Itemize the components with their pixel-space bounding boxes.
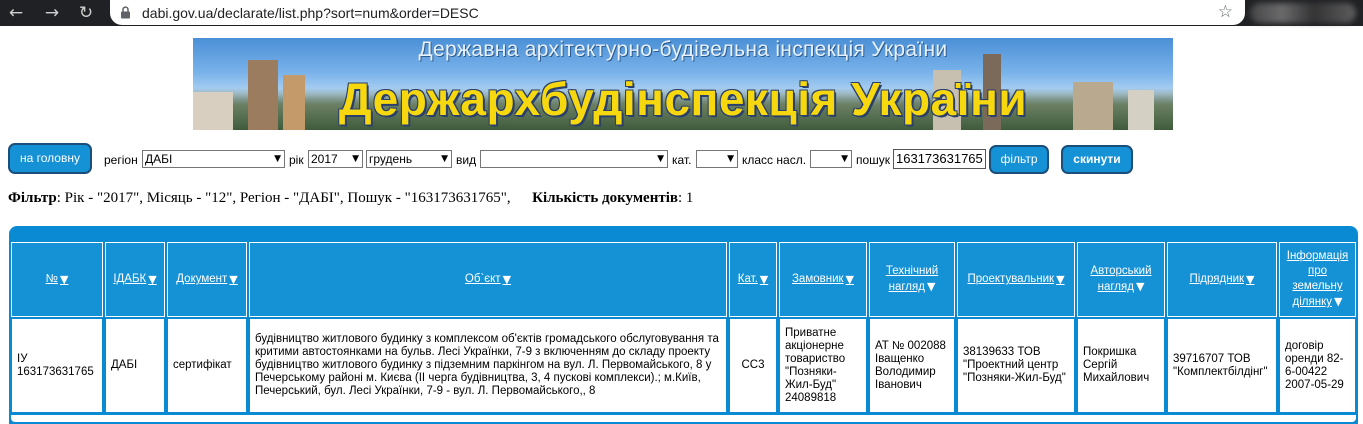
search-input[interactable]: 163173631765 <box>893 149 986 169</box>
column-header-idabk[interactable]: ІДАБК ▼ <box>105 242 165 317</box>
sort-triangle-icon: ▼ <box>229 273 238 286</box>
document-count-value: : 1 <box>677 190 694 206</box>
column-header-designer[interactable]: Проектувальник ▼ <box>957 242 1075 317</box>
cell-author-supervision: Покришка Сергій Михайлович <box>1077 318 1165 413</box>
filter-summary-text: : Рік - "2017", Місяць - "12", Регіон - … <box>56 190 511 206</box>
cell-category: СС3 <box>729 318 777 413</box>
category-label: кат. <box>672 153 692 167</box>
region-select[interactable]: ДАБІ ▼ <box>142 150 285 168</box>
class-label: класс насл. <box>742 153 807 167</box>
month-select[interactable]: грудень ▼ <box>366 150 452 168</box>
kind-label: вид <box>456 153 477 167</box>
chevron-down-icon: ▼ <box>727 154 734 164</box>
column-header-technical-supervision[interactable]: Технічний нагляд ▼ <box>869 242 955 317</box>
column-header-land-info[interactable]: Інформація про земельну ділянку ▼ <box>1279 242 1356 317</box>
column-header-category[interactable]: Кат. ▼ <box>729 242 777 317</box>
cell-document: сертифікат <box>167 318 247 413</box>
cell-number: ІУ 163173631765 <box>11 318 103 413</box>
table-footer-strip <box>9 415 1358 424</box>
reset-button[interactable]: скинути <box>1061 145 1133 174</box>
cell-contractor: 39716707 ТОВ "Комплектбілдінг" <box>1167 318 1277 413</box>
banner-subtitle: Державна архітектурно-будівельна інспекц… <box>418 38 948 61</box>
chevron-down-icon: ▼ <box>657 154 664 164</box>
column-header-object[interactable]: Об`єкт ▼ <box>249 242 727 317</box>
forward-icon[interactable]: → <box>42 3 62 23</box>
cell-land-info: договір оренди 82-6-00422 2007-05-29 <box>1279 318 1356 413</box>
filter-button[interactable]: фільтр <box>989 145 1049 174</box>
column-header-document[interactable]: Документ ▼ <box>167 242 247 317</box>
chevron-down-icon: ▼ <box>352 154 359 164</box>
sort-triangle-icon: ▼ <box>1135 280 1145 293</box>
search-label: пошук <box>856 153 891 167</box>
chevron-down-icon: ▼ <box>441 154 448 164</box>
reload-icon[interactable]: ↻ <box>76 3 96 23</box>
cell-designer: 38139633 ТОВ "Проектний центр "Позняки-Ж… <box>957 318 1075 413</box>
cell-customer: Приватне акціонерне товариство "Позняки-… <box>779 318 867 413</box>
category-select[interactable]: ▼ <box>696 150 738 168</box>
lock-icon <box>121 6 130 19</box>
column-header-contractor[interactable]: Підрядник ▼ <box>1167 242 1277 317</box>
cell-technical-supervision: АТ № 002088 Іващенко Володимир Іванович <box>869 318 955 413</box>
cell-idabk: ДАБІ <box>105 318 165 413</box>
blurred-extensions <box>1250 3 1356 23</box>
chevron-down-icon: ▼ <box>841 154 848 164</box>
declarations-table: № ▼ ІДАБК ▼ Документ ▼ Об`єкт ▼ Кат. ▼ Замовн… <box>9 226 1358 424</box>
cell-object: будівництво житлового будинку з комплекс… <box>249 318 727 413</box>
sort-triangle-icon: ▼ <box>1056 273 1065 286</box>
sort-triangle-icon: ▼ <box>1334 295 1343 308</box>
site-banner: Державна архітектурно-будівельна інспекц… <box>193 38 1173 130</box>
sort-triangle-icon: ▼ <box>148 273 157 286</box>
column-header-number[interactable]: № ▼ <box>11 242 103 317</box>
sort-triangle-icon: ▼ <box>1246 273 1255 286</box>
filter-summary-label: Фільтр <box>8 190 57 206</box>
browser-toolbar: ← → ↻ dabi.gov.ua/declarate/list.php?sor… <box>0 0 1363 26</box>
back-icon[interactable]: ← <box>6 3 26 23</box>
sort-triangle-icon: ▼ <box>926 280 936 293</box>
bookmark-star-icon[interactable]: ☆ <box>1218 2 1233 22</box>
address-bar[interactable]: dabi.gov.ua/declarate/list.php?sort=num&… <box>110 0 1245 25</box>
url-text: dabi.gov.ua/declarate/list.php?sort=num&… <box>142 5 479 21</box>
year-select[interactable]: 2017 ▼ <box>308 150 363 168</box>
column-header-author-supervision[interactable]: Авторський нагляд ▼ <box>1077 242 1165 317</box>
banner-title: Держархбудінспекція України <box>338 73 1028 125</box>
column-header-customer[interactable]: Замовник ▼ <box>779 242 867 317</box>
filter-summary: Фільтр: Рік - "2017", Місяць - "12", Рег… <box>8 190 693 207</box>
chevron-down-icon: ▼ <box>274 154 281 164</box>
sort-triangle-icon: ▼ <box>59 273 69 286</box>
sort-triangle-icon: ▼ <box>502 273 512 286</box>
sort-triangle-icon: ▼ <box>845 273 855 286</box>
region-label: регіон <box>104 153 138 167</box>
year-label: рік <box>289 153 304 167</box>
document-count-label: Кількість документів <box>532 190 678 206</box>
home-button[interactable]: на головну <box>8 143 92 174</box>
kind-select[interactable]: ▼ <box>480 150 668 168</box>
class-select[interactable]: ▼ <box>810 150 852 168</box>
sort-triangle-icon: ▼ <box>759 273 769 286</box>
